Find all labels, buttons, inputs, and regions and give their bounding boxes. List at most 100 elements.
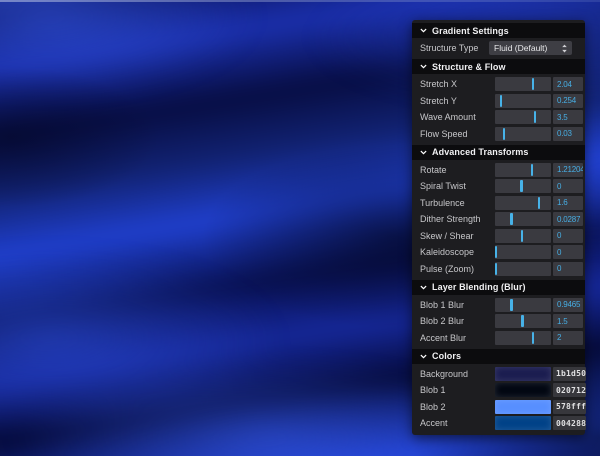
panel-section: Gradient Settings Structure Type Fluid (… [412, 23, 585, 55]
structure-type-select[interactable]: Fluid (Default) [489, 41, 572, 55]
color-swatch-accent[interactable] [495, 416, 551, 430]
slider-blob-1-blur[interactable] [495, 298, 551, 312]
row-skew-shear: Skew / Shear 0 [412, 229, 583, 243]
control-area: 0 [495, 179, 583, 193]
row-blob-2: Blob 2 578fff [412, 400, 583, 414]
control-area: 0 [495, 229, 583, 243]
slider-handle[interactable] [521, 315, 524, 327]
section-header-layer-blending-blur[interactable]: Layer Blending (Blur) [412, 280, 585, 295]
section-body: Background 1b1d50 Blob 1 020712 Blob 2 5… [412, 367, 585, 431]
control-label: Dither Strength [420, 214, 495, 224]
hex-field-background[interactable]: 1b1d50 [553, 367, 586, 381]
hex-field-blob-2[interactable]: 578fff [553, 400, 586, 414]
slider-handle[interactable] [510, 213, 513, 225]
panel-section: Structure & Flow Stretch X 2.04 Stretch … [412, 59, 585, 141]
slider-blob-2-blur[interactable] [495, 314, 551, 328]
row-blob-1: Blob 1 020712 [412, 383, 583, 397]
slider-handle[interactable] [538, 197, 541, 209]
slider-handle[interactable] [521, 230, 524, 242]
slider-handle[interactable] [532, 78, 535, 90]
select-value: Fluid (Default) [494, 43, 547, 53]
slider-kaleidoscope[interactable] [495, 245, 551, 259]
slider-handle[interactable] [503, 128, 506, 140]
chevron-down-icon [420, 27, 427, 34]
panel-section: Advanced Transforms Rotate 1.21204 Spira… [412, 145, 585, 276]
hex-field-blob-1[interactable]: 020712 [553, 383, 586, 397]
slider-stretch-y[interactable] [495, 94, 551, 108]
row-rotate: Rotate 1.21204 [412, 163, 583, 177]
slider-handle[interactable] [520, 180, 523, 192]
top-edge-highlight [0, 0, 600, 2]
slider-handle[interactable] [500, 95, 503, 107]
slider-handle[interactable] [510, 299, 513, 311]
control-area: 1.21204 [495, 163, 583, 177]
section-header-gradient-settings[interactable]: Gradient Settings [412, 23, 585, 38]
color-swatch-background[interactable] [495, 367, 551, 381]
value-field-skew-shear[interactable]: 0 [553, 229, 583, 243]
slider-flow-speed[interactable] [495, 127, 551, 141]
color-swatch-blob-2[interactable] [495, 400, 551, 414]
section-header-colors[interactable]: Colors [412, 349, 585, 364]
control-area: 2.04 [495, 77, 583, 91]
control-label: Stretch Y [420, 96, 495, 106]
control-area: 1.6 [495, 196, 583, 210]
section-header-advanced-transforms[interactable]: Advanced Transforms [412, 145, 585, 160]
section-header-structure-flow[interactable]: Structure & Flow [412, 59, 585, 74]
control-label: Structure Type [420, 43, 495, 53]
chevron-down-icon [420, 63, 427, 70]
control-area: 1b1d50 [495, 367, 583, 381]
slider-rotate[interactable] [495, 163, 551, 177]
control-label: Blob 1 [420, 385, 495, 395]
chevron-down-icon [420, 284, 427, 291]
control-label: Blob 2 [420, 402, 495, 412]
row-stretch-x: Stretch X 2.04 [412, 77, 583, 91]
chevron-down-icon [420, 353, 427, 360]
control-area: 0 [495, 245, 583, 259]
slider-pulse-zoom[interactable] [495, 262, 551, 276]
slider-handle[interactable] [495, 263, 497, 275]
slider-handle[interactable] [532, 332, 535, 344]
value-field-pulse-zoom[interactable]: 0 [553, 262, 583, 276]
slider-dither-strength[interactable] [495, 212, 551, 226]
row-turbulence: Turbulence 1.6 [412, 196, 583, 210]
value-field-accent-blur[interactable]: 2 [553, 331, 583, 345]
select-updown-arrows-icon [561, 44, 568, 53]
slider-spiral-twist[interactable] [495, 179, 551, 193]
value-field-stretch-x[interactable]: 2.04 [553, 77, 583, 91]
control-area: 1.5 [495, 314, 583, 328]
value-field-spiral-twist[interactable]: 0 [553, 179, 583, 193]
slider-turbulence[interactable] [495, 196, 551, 210]
value-field-blob-1-blur[interactable]: 0.9465 [553, 298, 583, 312]
value-field-dither-strength[interactable]: 0.0287 [553, 212, 583, 226]
color-swatch-blob-1[interactable] [495, 383, 551, 397]
panel-section: Layer Blending (Blur) Blob 1 Blur 0.9465… [412, 280, 585, 345]
value-field-wave-amount[interactable]: 3.5 [553, 110, 583, 124]
hex-field-accent[interactable]: 004288 [553, 416, 586, 430]
control-label: Accent [420, 418, 495, 428]
slider-handle[interactable] [534, 111, 537, 123]
control-label: Skew / Shear [420, 231, 495, 241]
control-area: 020712 [495, 383, 583, 397]
control-label: Wave Amount [420, 112, 495, 122]
control-label: Rotate [420, 165, 495, 175]
value-field-blob-2-blur[interactable]: 1.5 [553, 314, 583, 328]
row-stretch-y: Stretch Y 0.254 [412, 94, 583, 108]
slider-wave-amount[interactable] [495, 110, 551, 124]
control-label: Spiral Twist [420, 181, 495, 191]
slider-accent-blur[interactable] [495, 331, 551, 345]
control-label: Kaleidoscope [420, 247, 495, 257]
value-field-turbulence[interactable]: 1.6 [553, 196, 583, 210]
value-field-flow-speed[interactable]: 0.03 [553, 127, 583, 141]
slider-handle[interactable] [531, 164, 534, 176]
control-label: Blob 1 Blur [420, 300, 495, 310]
value-field-stretch-y[interactable]: 0.254 [553, 94, 583, 108]
row-accent: Accent 004288 [412, 416, 583, 430]
section-title: Colors [432, 351, 461, 361]
value-field-kaleidoscope[interactable]: 0 [553, 245, 583, 259]
section-body: Blob 1 Blur 0.9465 Blob 2 Blur 1.5 Accen… [412, 298, 585, 345]
slider-stretch-x[interactable] [495, 77, 551, 91]
control-area: 0.0287 [495, 212, 583, 226]
slider-handle[interactable] [495, 246, 497, 258]
slider-skew-shear[interactable] [495, 229, 551, 243]
value-field-rotate[interactable]: 1.21204 [553, 163, 583, 177]
